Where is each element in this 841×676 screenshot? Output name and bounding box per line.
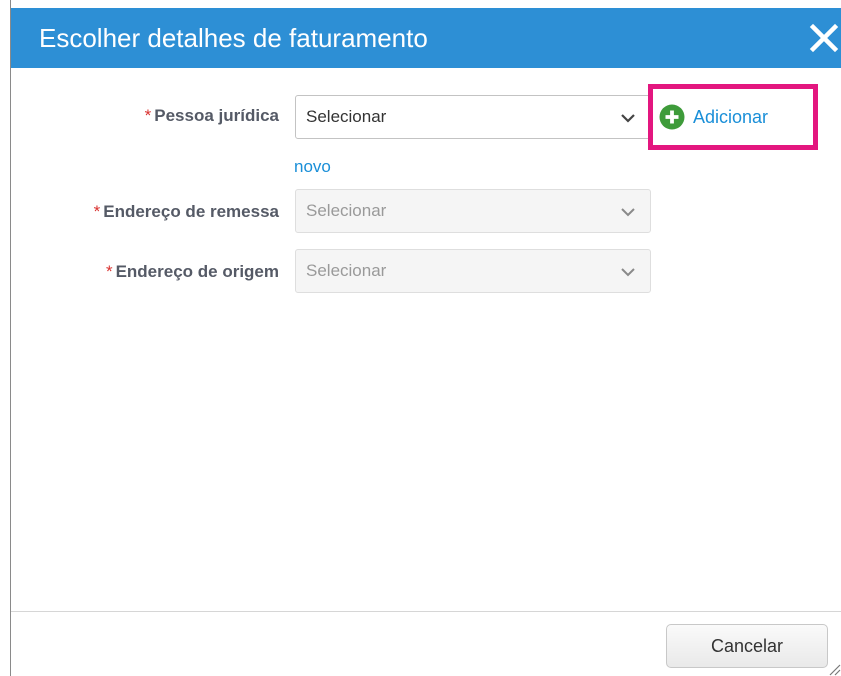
shipping-address-select[interactable]: Selecionar (295, 189, 651, 233)
dialog-title: Escolher detalhes de faturamento (39, 23, 428, 53)
add-legal-entity-button[interactable]: Adicionar (659, 104, 768, 130)
required-marker: * (93, 202, 101, 221)
chevron-down-icon (621, 208, 635, 217)
dialog-top-gap (11, 0, 841, 8)
close-button[interactable] (809, 23, 839, 53)
origin-address-label-text: Endereço de origem (115, 262, 279, 281)
plus-circle-icon (659, 104, 685, 130)
add-button-label: Adicionar (693, 106, 769, 127)
close-icon (809, 23, 839, 53)
new-link[interactable]: novo (294, 157, 331, 177)
chevron-down-icon (621, 114, 635, 123)
cancel-button[interactable]: Cancelar (666, 624, 828, 668)
origin-address-label: * Endereço de origem (106, 262, 279, 282)
legal-entity-label: * Pessoa jurídica (145, 106, 279, 126)
chevron-down-icon (621, 268, 635, 277)
shipping-address-select-value: Selecionar (306, 201, 387, 220)
origin-address-select-value: Selecionar (306, 261, 387, 280)
legal-entity-select[interactable]: Selecionar (295, 95, 651, 139)
footer-divider (11, 611, 841, 612)
billing-details-dialog: Escolher detalhes de faturamento * Pessoa… (10, 0, 841, 676)
shipping-address-label: * Endereço de remessa (94, 202, 279, 222)
origin-address-select[interactable]: Selecionar (295, 249, 651, 293)
shipping-address-label-text: Endereço de remessa (103, 202, 279, 221)
dialog-title-bar: Escolher detalhes de faturamento (11, 8, 841, 68)
resize-grip-icon[interactable] (827, 662, 841, 676)
required-marker: * (105, 262, 113, 281)
legal-entity-label-text: Pessoa jurídica (154, 106, 279, 125)
legal-entity-select-value: Selecionar (306, 107, 387, 126)
required-marker: * (144, 106, 152, 125)
